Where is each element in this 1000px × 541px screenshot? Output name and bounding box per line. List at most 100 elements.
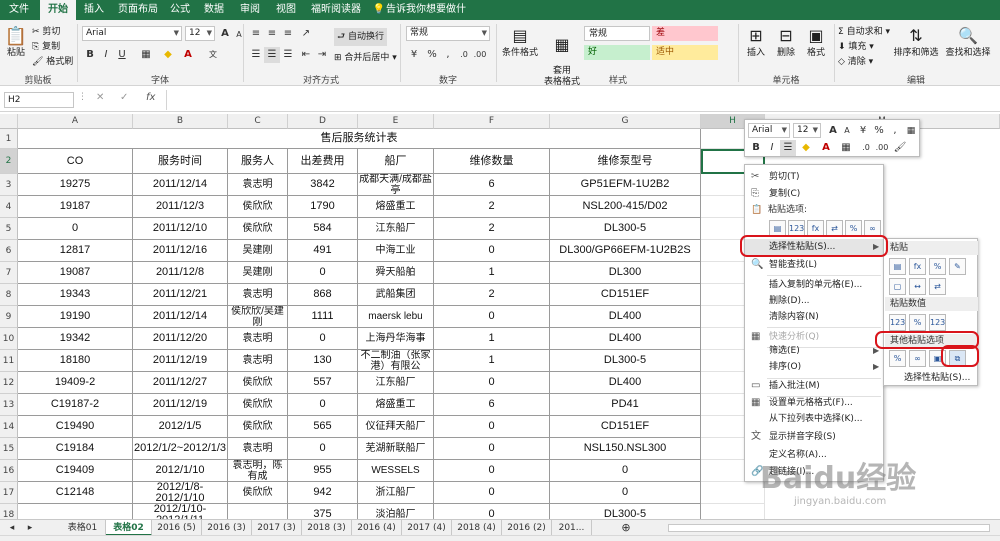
- align-top-icon[interactable]: ≡: [248, 26, 264, 42]
- table-cell[interactable]: 0: [434, 416, 550, 438]
- style-bad[interactable]: 差: [652, 26, 718, 41]
- decrease-decimal-icon[interactable]: .00: [472, 47, 488, 63]
- header-cell[interactable]: CO: [18, 149, 133, 174]
- keep-source-format-icon[interactable]: ✎: [949, 258, 966, 275]
- header-cell[interactable]: 出差费用: [288, 149, 358, 174]
- column-header-f[interactable]: F: [434, 114, 550, 129]
- fill-button[interactable]: ⬇ 填充 ▾: [838, 39, 874, 52]
- align-center-icon[interactable]: ☰: [264, 47, 280, 63]
- table-cell[interactable]: 2011/12/19: [133, 350, 228, 372]
- table-cell[interactable]: 侯欣欣: [228, 416, 288, 438]
- fill-color-icon[interactable]: ◆: [798, 140, 814, 156]
- center-icon[interactable]: ☰: [780, 140, 796, 156]
- tell-me-search[interactable]: 告诉我你想要做什么: [386, 0, 466, 35]
- tab-file[interactable]: 文件: [4, 0, 34, 20]
- menu-item-format-cells[interactable]: ▦ 设置单元格格式(F)...: [745, 395, 883, 411]
- table-cell[interactable]: CD151EF: [550, 284, 701, 306]
- table-cell[interactable]: 侯欣欣/吴建刚: [228, 306, 288, 328]
- values-number-format-icon[interactable]: %: [909, 314, 926, 331]
- autosum-button[interactable]: Σ 自动求和 ▾: [838, 24, 890, 37]
- table-cell[interactable]: 袁志明: [228, 328, 288, 350]
- underline-button[interactable]: U: [114, 47, 130, 63]
- table-cell[interactable]: maersk lebu: [358, 306, 434, 328]
- format-painter-button[interactable]: 🖌 格式刷: [32, 54, 73, 67]
- row-header[interactable]: 12: [0, 372, 18, 394]
- table-cell[interactable]: 868: [288, 284, 358, 306]
- table-cell[interactable]: C19187-2: [18, 394, 133, 416]
- formula-input[interactable]: [166, 90, 996, 110]
- table-cell[interactable]: 6: [434, 394, 550, 416]
- table-cell[interactable]: 0: [434, 438, 550, 460]
- sheet-tab[interactable]: 2018 (4): [452, 520, 502, 536]
- enter-button[interactable]: ✓: [120, 92, 128, 103]
- currency-icon[interactable]: ¥: [406, 47, 422, 63]
- table-cell[interactable]: 舜天船舶: [358, 262, 434, 284]
- sheet-tab[interactable]: 表格02: [106, 520, 152, 536]
- table-cell[interactable]: 18180: [18, 350, 133, 372]
- table-cell[interactable]: 19187: [18, 196, 133, 218]
- table-cell[interactable]: 侯欣欣: [228, 372, 288, 394]
- row-header[interactable]: 10: [0, 328, 18, 350]
- table-cell[interactable]: 1111: [288, 306, 358, 328]
- row-header[interactable]: 14: [0, 416, 18, 438]
- row-header[interactable]: 2: [0, 149, 18, 174]
- table-cell[interactable]: PD41: [550, 394, 701, 416]
- column-header-e[interactable]: E: [358, 114, 434, 129]
- transpose-icon[interactable]: ⇄: [929, 278, 946, 295]
- table-cell[interactable]: DL300: [550, 262, 701, 284]
- table-cell[interactable]: 2011/12/10: [133, 218, 228, 240]
- wrap-text-button[interactable]: ⮐ 自动换行: [334, 28, 387, 46]
- phonetic-icon[interactable]: 文: [205, 47, 221, 63]
- table-cell[interactable]: 0: [18, 218, 133, 240]
- table-cell[interactable]: 2011/12/3: [133, 196, 228, 218]
- table-cell[interactable]: NSL150.NSL300: [550, 438, 701, 460]
- increase-indent-icon[interactable]: ⇥: [314, 47, 330, 63]
- table-cell[interactable]: 侯欣欣: [228, 394, 288, 416]
- table-cell[interactable]: 0: [434, 482, 550, 504]
- table-cell[interactable]: 0: [288, 438, 358, 460]
- sheet-tab[interactable]: 2018 (3): [302, 520, 352, 536]
- table-cell[interactable]: 6: [434, 174, 550, 196]
- sheet-tab[interactable]: 201...: [552, 520, 592, 536]
- decrease-indent-icon[interactable]: ⇤: [298, 47, 314, 63]
- table-cell[interactable]: NSL200-415/D02: [550, 196, 701, 218]
- format-cells-button[interactable]: ▣ 格式: [802, 24, 830, 59]
- bold-icon[interactable]: B: [748, 140, 764, 156]
- sheet-tab[interactable]: 2016 (4): [352, 520, 402, 536]
- table-cell[interactable]: 0: [288, 328, 358, 350]
- menu-item-insert-copied[interactable]: 插入复制的单元格(E)...: [745, 277, 883, 293]
- menu-item-insert-comment[interactable]: ▭ 插入批注(M): [745, 378, 883, 394]
- table-cell[interactable]: C19184: [18, 438, 133, 460]
- menu-item-cut[interactable]: ✂ 剪切(T): [745, 169, 883, 185]
- column-header-g[interactable]: G: [550, 114, 701, 129]
- row-header[interactable]: 16: [0, 460, 18, 482]
- table-cell[interactable]: [228, 504, 288, 519]
- table-cell[interactable]: 吴建刚: [228, 262, 288, 284]
- row-header[interactable]: 3: [0, 174, 18, 196]
- tab-home[interactable]: 开始: [40, 0, 76, 20]
- mini-font-combo[interactable]: Arial ▼: [748, 123, 790, 138]
- table-cell[interactable]: 1: [434, 328, 550, 350]
- menu-item-sort[interactable]: ▶ 排序(O): [745, 359, 883, 375]
- table-cell[interactable]: 侯欣欣: [228, 218, 288, 240]
- keep-column-widths-icon[interactable]: ↔: [909, 278, 926, 295]
- table-cell[interactable]: 375: [288, 504, 358, 519]
- style-neutral[interactable]: 适中: [652, 45, 718, 60]
- values-icon[interactable]: 123: [889, 314, 906, 331]
- align-bottom-icon[interactable]: ≡: [280, 26, 296, 42]
- header-cell[interactable]: 维修数量: [434, 149, 550, 174]
- header-cell[interactable]: 服务时间: [133, 149, 228, 174]
- sheet-tab[interactable]: 2016 (5): [152, 520, 202, 536]
- shrink-font-icon[interactable]: A: [839, 123, 855, 139]
- font-color-button[interactable]: A: [180, 47, 196, 63]
- table-cell[interactable]: 2011/12/20: [133, 328, 228, 350]
- row-header[interactable]: 6: [0, 240, 18, 262]
- cut-button[interactable]: ✂ 剪切: [32, 24, 60, 37]
- scroll-left-icon[interactable]: ◂: [4, 520, 20, 536]
- table-cell[interactable]: 2011/12/27: [133, 372, 228, 394]
- italic-button[interactable]: I: [98, 47, 114, 63]
- scroll-right-icon[interactable]: ▸: [22, 520, 38, 536]
- row-header[interactable]: 18: [0, 504, 18, 519]
- table-cell[interactable]: 淡泊船厂: [358, 504, 434, 519]
- table-cell[interactable]: 1: [434, 350, 550, 372]
